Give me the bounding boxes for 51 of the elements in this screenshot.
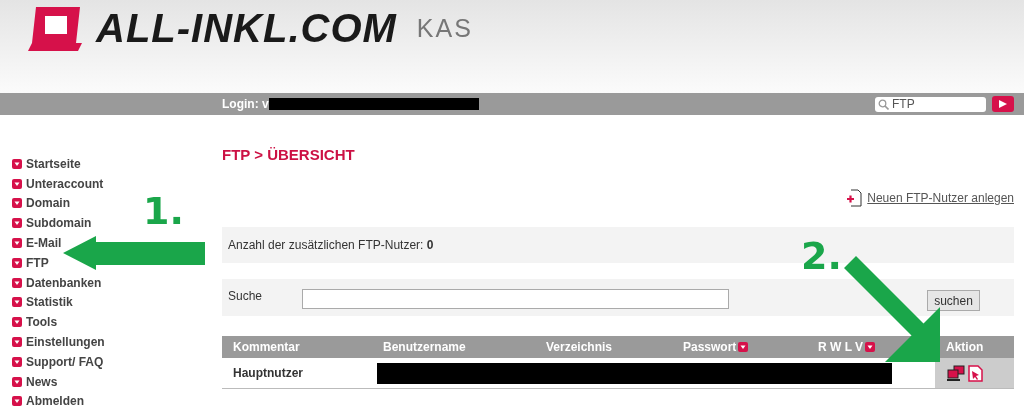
document-icon[interactable]: [968, 364, 983, 382]
bullet-icon: [12, 257, 22, 268]
sidebar-item[interactable]: Abmelden: [26, 394, 84, 407]
user-count-text: Anzahl der zusätzlichen FTP-Nutzer: 0: [228, 238, 434, 252]
logo-text: ALL-INKL.COM: [96, 5, 397, 51]
page-title: FTP > ÜBERSICHT: [222, 146, 356, 164]
help-icon[interactable]: [865, 342, 876, 352]
new-user-link[interactable]: Neuen FTP-Nutzer anlegen: [867, 191, 1014, 205]
bullet-icon: [12, 238, 22, 249]
sidebar-item[interactable]: News: [26, 374, 58, 389]
bullet-icon: [12, 376, 22, 387]
play-icon: [998, 100, 1008, 108]
step-number: 2.: [801, 237, 842, 275]
sidebar-item[interactable]: FTP: [26, 255, 49, 270]
bullet-icon: [12, 317, 22, 328]
column-header: Passwort: [672, 336, 807, 358]
product-name: KAS: [416, 13, 473, 44]
bullet-icon: [12, 198, 22, 209]
sidebar-item[interactable]: Support/ FAQ: [26, 354, 104, 369]
step-number: 1.: [143, 192, 184, 230]
bullet-icon: [12, 396, 22, 407]
sidebar-item[interactable]: E-Mail: [26, 236, 62, 251]
sidebar-item[interactable]: Statistik: [26, 295, 73, 310]
column-header: Benutzername: [372, 336, 535, 358]
search-label: Suche: [228, 289, 263, 303]
sidebar-item[interactable]: Unteraccount: [26, 176, 104, 191]
sidebar-item[interactable]: Domain: [26, 196, 70, 211]
sidebar-item[interactable]: Startseite: [26, 156, 81, 171]
bullet-icon: [12, 218, 22, 229]
bullet-icon: [12, 356, 22, 367]
sidebar-item[interactable]: Subdomain: [26, 216, 92, 231]
bullet-icon: [12, 178, 22, 189]
sidebar-item[interactable]: Datenbanken: [26, 275, 102, 290]
search-button[interactable]: [992, 96, 1014, 112]
table-cell: Hauptnutzer: [222, 358, 372, 389]
bullet-icon: [12, 297, 22, 308]
search-submit-button[interactable]: suchen: [927, 290, 980, 311]
search-field[interactable]: FTP: [875, 96, 986, 112]
bullet-icon: [12, 337, 22, 348]
bullet-icon: [12, 277, 22, 288]
computers-icon[interactable]: [947, 365, 965, 381]
sidebar-item[interactable]: Tools: [26, 315, 58, 330]
search-input[interactable]: [302, 289, 730, 309]
search-icon: [878, 98, 889, 110]
bullet-icon: [12, 158, 22, 169]
help-icon[interactable]: [738, 342, 749, 352]
add-file-icon: [846, 189, 863, 207]
column-header: Verzeichnis: [535, 336, 672, 358]
column-header: Kommentar: [222, 336, 372, 358]
login-label: Login: v: [222, 97, 269, 111]
sidebar-item[interactable]: Einstellungen: [26, 335, 105, 350]
